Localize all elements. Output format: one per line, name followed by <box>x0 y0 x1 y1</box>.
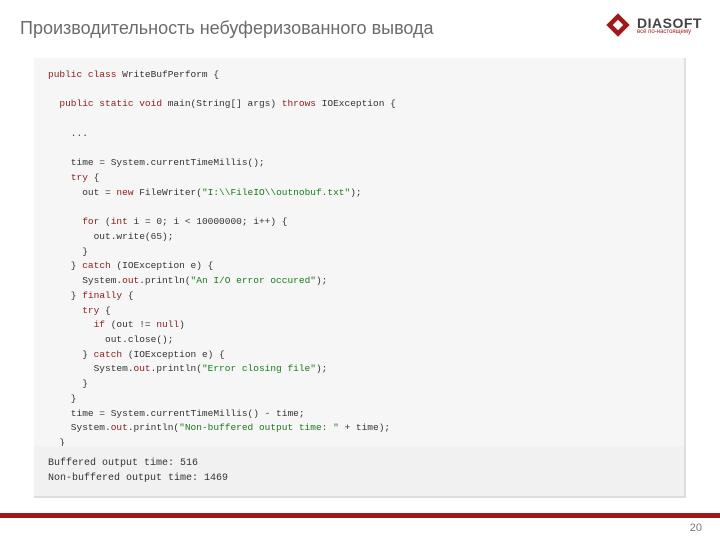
code-kw: out <box>111 422 128 433</box>
slide: Производительность небуферизованного выв… <box>0 0 720 540</box>
code-txt: { <box>122 290 133 301</box>
code-txt: ( <box>99 216 110 227</box>
code-txt: .println( <box>139 275 190 286</box>
logo-tagline: всё по-настоящему <box>637 29 691 35</box>
code-kw: if <box>94 319 105 330</box>
code-txt: } <box>48 290 82 301</box>
code-txt: (IOException e) { <box>122 349 225 360</box>
code-txt: out = <box>48 187 116 198</box>
code-txt: System. <box>48 363 134 374</box>
code-kw: catch <box>94 349 123 360</box>
code-txt: WriteBufPerform { <box>116 69 219 80</box>
code-kw: null <box>156 319 179 330</box>
code-txt <box>48 172 71 183</box>
code-txt: ); <box>350 187 361 198</box>
code-str: "Non-buffered output time: " <box>179 422 339 433</box>
code-kw: int <box>111 216 128 227</box>
code-txt: { <box>88 172 99 183</box>
code-txt: .println( <box>151 363 202 374</box>
code-str: "I:\\FileIO\\outnobuf.txt" <box>202 187 350 198</box>
code-txt: ); <box>316 275 327 286</box>
code-txt: ... <box>48 128 88 139</box>
code-kw: throws <box>282 98 316 109</box>
code-str: "Error closing file" <box>202 363 316 374</box>
code-txt: time = System.currentTimeMillis(); <box>48 157 265 168</box>
logo-icon <box>605 12 631 38</box>
code-txt <box>48 319 94 330</box>
page-number: 20 <box>690 522 702 534</box>
code-kw: out <box>122 275 139 286</box>
code-txt: (IOException e) { <box>111 260 214 271</box>
code-txt: { <box>99 305 110 316</box>
code-kw: catch <box>82 260 111 271</box>
code-txt: } <box>48 378 88 389</box>
code-txt: main(String[] args) <box>162 98 282 109</box>
code-kw: new <box>116 187 133 198</box>
code-txt: time = System.currentTimeMillis() - time… <box>48 408 305 419</box>
code-txt: } <box>48 260 82 271</box>
code-txt: out.write(65); <box>48 231 173 242</box>
logo: DIASOFT всё по-настоящему <box>605 12 702 38</box>
code-txt: IOException { <box>316 98 396 109</box>
code-str: "An I/O error occured" <box>191 275 316 286</box>
code-kw: out <box>134 363 151 374</box>
code-txt <box>48 305 82 316</box>
output-line: Non-buffered output time: 1469 <box>48 473 228 484</box>
code-block: public class WriteBufPerform { public st… <box>34 58 686 477</box>
code-txt: i = 0; i < 10000000; i++) { <box>128 216 288 227</box>
code-txt: } <box>48 393 77 404</box>
code-txt <box>48 216 82 227</box>
code-txt: } <box>48 349 94 360</box>
code-kw: public static void <box>48 98 162 109</box>
code-txt: ) <box>179 319 185 330</box>
code-kw: public class <box>48 69 116 80</box>
code-txt: System. <box>48 422 111 433</box>
code-kw: for <box>82 216 99 227</box>
code-txt: .println( <box>128 422 179 433</box>
code-txt: out.close(); <box>48 334 173 345</box>
code-txt: (out != <box>105 319 156 330</box>
output-line: Buffered output time: 516 <box>48 458 198 469</box>
code-kw: try <box>71 172 88 183</box>
page-title: Производительность небуферизованного выв… <box>20 18 434 39</box>
footer-divider <box>0 513 720 518</box>
output-block: Buffered output time: 516 Non-buffered o… <box>34 446 686 498</box>
logo-text-block: DIASOFT всё по-настоящему <box>637 15 702 35</box>
code-kw: try <box>82 305 99 316</box>
code-txt: ); <box>316 363 327 374</box>
code-kw: finally <box>82 290 122 301</box>
code-txt: + time); <box>339 422 390 433</box>
code-txt: } <box>48 246 88 257</box>
code-txt: FileWriter( <box>134 187 202 198</box>
code-txt: System. <box>48 275 122 286</box>
